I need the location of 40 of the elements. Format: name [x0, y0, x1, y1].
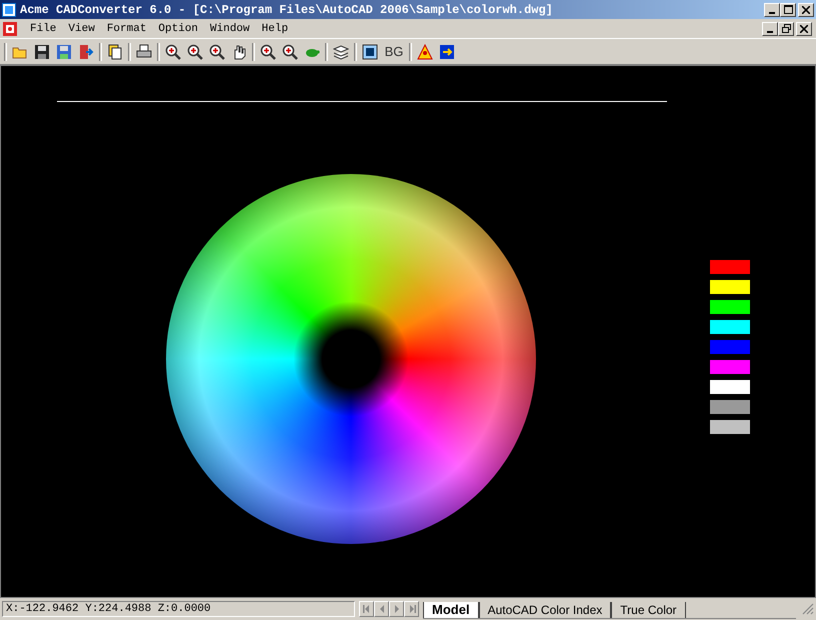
minimize-icon	[767, 30, 773, 32]
close-button[interactable]	[798, 2, 814, 16]
menu-item[interactable]: Option	[158, 22, 198, 34]
menu-item[interactable]: View	[68, 22, 95, 34]
menu-item[interactable]: Help	[262, 22, 288, 34]
toolbar-button[interactable]: BG	[381, 40, 407, 62]
menu-item[interactable]: Window	[210, 22, 250, 34]
coordinates-text: X:-122.9462 Y:224.4988 Z:0.0000	[2, 601, 355, 617]
close-icon	[802, 6, 810, 14]
minimize-button[interactable]	[762, 22, 778, 36]
skip-arrow-icon	[408, 605, 416, 613]
minimize-button[interactable]	[764, 2, 780, 16]
monitor-icon	[362, 44, 378, 60]
pages-icon	[107, 44, 123, 60]
zoom-in-icon	[187, 44, 203, 60]
menu-item[interactable]: Format	[106, 22, 146, 34]
restore-button[interactable]	[778, 22, 794, 36]
previous-page-button[interactable]	[374, 601, 389, 617]
sheet-tab[interactable]: Model	[423, 602, 479, 618]
close-button[interactable]	[796, 22, 812, 36]
minimize-icon	[769, 12, 775, 14]
restore-icon	[782, 24, 790, 33]
app-icon	[2, 2, 16, 16]
menu-item[interactable]: File	[30, 22, 56, 34]
printer-icon	[136, 44, 152, 60]
first-page-button[interactable]	[359, 601, 374, 617]
maximize-button[interactable]	[780, 2, 796, 16]
document-icon[interactable]	[2, 20, 18, 36]
close-icon	[800, 24, 808, 32]
next-page-button[interactable]	[389, 601, 404, 617]
sheet-tab[interactable]: AutoCAD Color Index	[478, 602, 612, 618]
sheet-tab[interactable]: True Color	[611, 602, 686, 618]
resize-grip-icon	[802, 603, 814, 615]
last-page-button[interactable]	[404, 601, 419, 617]
arrow-panel-icon	[439, 44, 455, 60]
layers-icon	[333, 44, 349, 60]
window-title: Acme CADConverter 6.0 - [C:\Program Files\AutoCAD 2006\Sample\colorwh.dwg]	[20, 2, 553, 16]
skip-arrow-icon	[362, 605, 370, 613]
maximize-icon	[784, 5, 792, 14]
export-icon	[78, 44, 94, 60]
